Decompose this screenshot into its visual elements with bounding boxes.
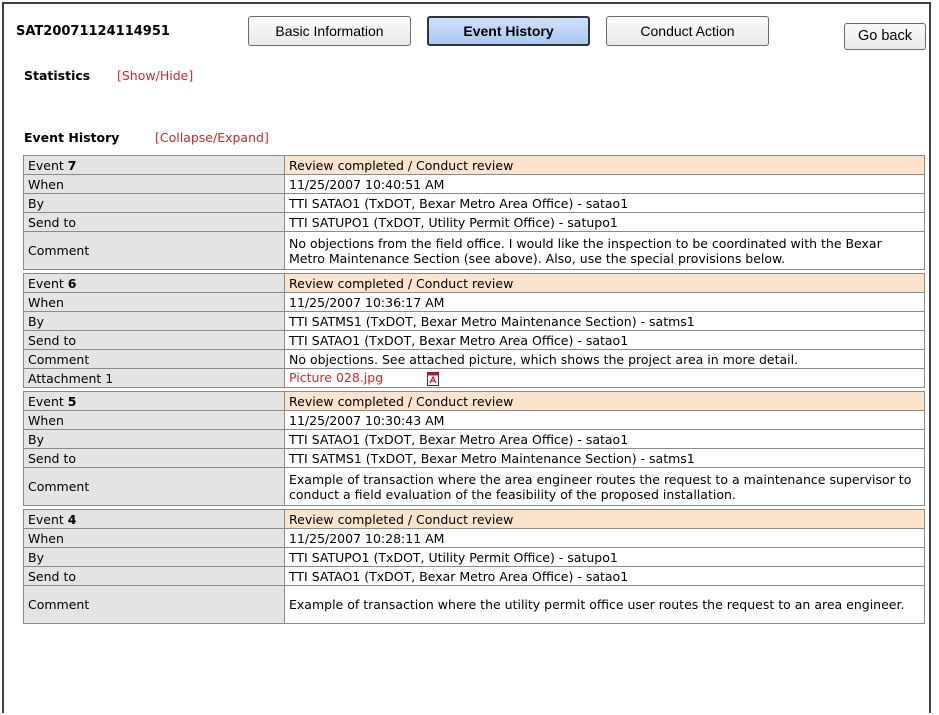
event-comment-row: Comment No objections. See attached pict… [23, 349, 925, 369]
when-label: When [23, 410, 285, 430]
event-status: Review completed / Conduct review [284, 273, 925, 293]
event-label-cell: Event 7 [23, 155, 285, 175]
event-by-row: By TTI SATAO1 (TxDOT, Bexar Metro Area O… [23, 193, 925, 213]
event-history-table: Event 7 Review completed / Conduct revie… [23, 155, 925, 624]
event-when-row: When 11/25/2007 10:30:43 AM [23, 410, 925, 430]
pdf-icon[interactable] [427, 371, 440, 386]
by-label: By [23, 429, 285, 449]
by-label: By [23, 311, 285, 331]
by-value: TTI SATAO1 (TxDOT, Bexar Metro Area Offi… [284, 193, 925, 213]
event-by-row: By TTI SATAO1 (TxDOT, Bexar Metro Area O… [23, 429, 925, 449]
attachment-label: Attachment 1 [23, 368, 285, 388]
tab-event-history[interactable]: Event History [427, 16, 590, 46]
by-value: TTI SATMS1 (TxDOT, Bexar Metro Maintenan… [284, 311, 925, 331]
send-to-label: Send to [23, 212, 285, 232]
event-send-to-row: Send to TTI SATAO1 (TxDOT, Bexar Metro A… [23, 566, 925, 586]
record-id: SAT20071124114951 [16, 24, 170, 39]
when-value: 11/25/2007 10:30:43 AM [284, 410, 925, 430]
event-number: 4 [67, 511, 77, 527]
event-number: 7 [67, 157, 77, 173]
send-to-value: TTI SATUPO1 (TxDOT, Utility Permit Offic… [284, 212, 925, 232]
event-comment-row: Comment Example of transaction where the… [23, 585, 925, 624]
comment-label: Comment [23, 585, 285, 624]
send-to-label: Send to [23, 330, 285, 350]
when-value: 11/25/2007 10:28:11 AM [284, 528, 925, 548]
event-when-row: When 11/25/2007 10:28:11 AM [23, 528, 925, 548]
send-to-value: TTI SATAO1 (TxDOT, Bexar Metro Area Offi… [284, 330, 925, 350]
event-history-toggle-link[interactable]: [Collapse/Expand] [155, 130, 269, 145]
event-send-to-row: Send to TTI SATMS1 (TxDOT, Bexar Metro M… [23, 448, 925, 468]
event-header-row: Event 6 Review completed / Conduct revie… [23, 273, 925, 293]
event-number: 5 [67, 393, 77, 409]
comment-label: Comment [23, 231, 285, 270]
by-value: TTI SATUPO1 (TxDOT, Utility Permit Offic… [284, 547, 925, 567]
when-label: When [23, 292, 285, 312]
event-comment-row: Comment No objections from the field off… [23, 231, 925, 270]
event-when-row: When 11/25/2007 10:36:17 AM [23, 292, 925, 312]
event-label-cell: Event 6 [23, 273, 285, 293]
send-to-label: Send to [23, 448, 285, 468]
event-history-heading: Event History [24, 130, 120, 145]
when-value: 11/25/2007 10:36:17 AM [284, 292, 925, 312]
when-label: When [23, 528, 285, 548]
send-to-value: TTI SATMS1 (TxDOT, Bexar Metro Maintenan… [284, 448, 925, 468]
event-header-row: Event 4 Review completed / Conduct revie… [23, 509, 925, 529]
go-back-button[interactable]: Go back [844, 23, 926, 50]
comment-value: No objections. See attached picture, whi… [284, 349, 925, 369]
by-label: By [23, 193, 285, 213]
statistics-heading: Statistics [24, 68, 91, 83]
comment-value: Example of transaction where the utility… [284, 585, 925, 624]
event-header-row: Event 7 Review completed / Conduct revie… [23, 155, 925, 175]
event-label-cell: Event 4 [23, 509, 285, 529]
event-prefix: Event [28, 157, 64, 173]
send-to-label: Send to [23, 566, 285, 586]
event-number: 6 [67, 275, 77, 291]
event-header-row: Event 5 Review completed / Conduct revie… [23, 391, 925, 411]
attachment-link[interactable]: Picture 028.jpg [289, 370, 383, 385]
event-status: Review completed / Conduct review [284, 155, 925, 175]
event-by-row: By TTI SATUPO1 (TxDOT, Utility Permit Of… [23, 547, 925, 567]
event-comment-row: Comment Example of transaction where the… [23, 467, 925, 506]
tab-conduct-action[interactable]: Conduct Action [606, 16, 769, 46]
statistics-toggle-link[interactable]: [Show/Hide] [117, 68, 193, 83]
comment-label: Comment [23, 349, 285, 369]
send-to-value: TTI SATAO1 (TxDOT, Bexar Metro Area Offi… [284, 566, 925, 586]
event-send-to-row: Send to TTI SATAO1 (TxDOT, Bexar Metro A… [23, 330, 925, 350]
when-value: 11/25/2007 10:40:51 AM [284, 174, 925, 194]
comment-value: Example of transaction where the area en… [284, 467, 925, 506]
when-label: When [23, 174, 285, 194]
event-prefix: Event [28, 511, 64, 527]
by-label: By [23, 547, 285, 567]
event-by-row: By TTI SATMS1 (TxDOT, Bexar Metro Mainte… [23, 311, 925, 331]
event-attachment-row: Attachment 1 Picture 028.jpg [23, 368, 925, 388]
event-prefix: Event [28, 393, 64, 409]
event-prefix: Event [28, 275, 64, 291]
comment-value: No objections from the field office. I w… [284, 231, 925, 270]
tab-basic-information[interactable]: Basic Information [248, 16, 411, 46]
event-when-row: When 11/25/2007 10:40:51 AM [23, 174, 925, 194]
event-status: Review completed / Conduct review [284, 391, 925, 411]
event-label-cell: Event 5 [23, 391, 285, 411]
by-value: TTI SATAO1 (TxDOT, Bexar Metro Area Offi… [284, 429, 925, 449]
event-status: Review completed / Conduct review [284, 509, 925, 529]
comment-label: Comment [23, 467, 285, 506]
permit-detail-panel: SAT20071124114951 Basic Information Even… [2, 2, 931, 713]
event-send-to-row: Send to TTI SATUPO1 (TxDOT, Utility Perm… [23, 212, 925, 232]
attachment-cell: Picture 028.jpg [284, 368, 925, 388]
